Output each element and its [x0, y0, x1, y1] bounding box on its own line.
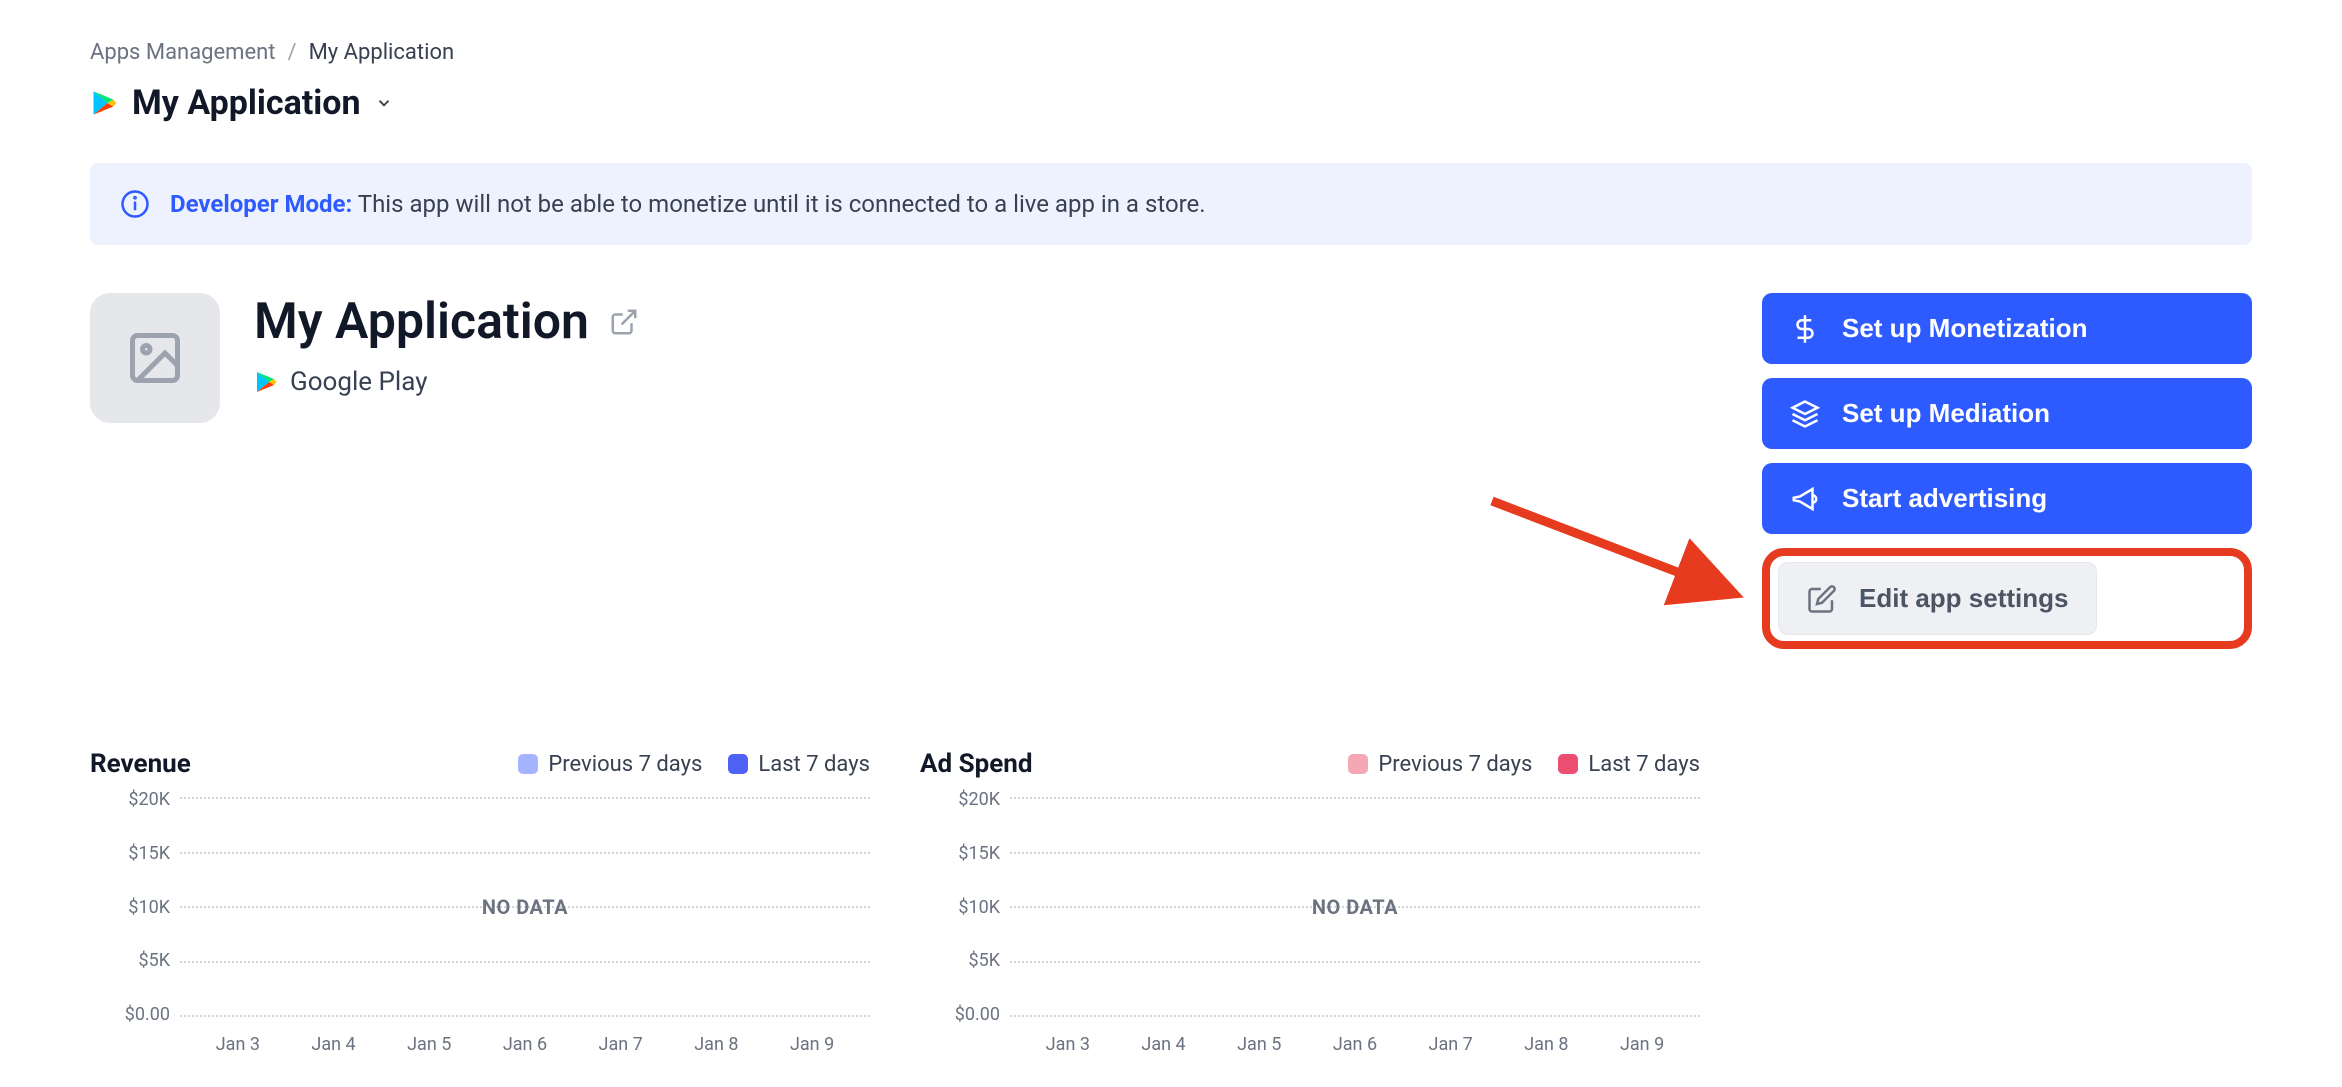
button-label: Edit app settings: [1859, 583, 2068, 614]
legend-label: Last 7 days: [758, 752, 870, 777]
edit-icon: [1807, 584, 1837, 614]
legend-swatch: [1348, 754, 1368, 774]
legend-swatch: [728, 754, 748, 774]
chevron-down-icon: [375, 94, 393, 112]
chart-title: Ad Spend: [920, 749, 1032, 779]
breadcrumb-root[interactable]: Apps Management: [90, 40, 276, 65]
megaphone-icon: [1790, 484, 1820, 514]
y-axis-labels: $20K $15K $10K $5K $0.00: [920, 789, 1000, 1025]
x-axis-labels: Jan 3 Jan 4 Jan 5 Jan 6 Jan 7 Jan 8 Jan …: [180, 1034, 870, 1055]
chart-plot: $20K $15K $10K $5K $0.00 NO DATA Jan 3 J…: [90, 797, 870, 1047]
chart-legend: Previous 7 days Last 7 days: [518, 752, 870, 777]
start-advertising-button[interactable]: Start advertising: [1762, 463, 2252, 534]
layers-icon: [1790, 399, 1820, 429]
setup-mediation-button[interactable]: Set up Mediation: [1762, 378, 2252, 449]
legend-swatch: [518, 754, 538, 774]
app-header: My Application Google Play: [90, 293, 1722, 423]
banner-label: Developer Mode:: [170, 190, 352, 218]
chart-plot: $20K $15K $10K $5K $0.00 NO DATA Jan 3 J…: [920, 797, 1700, 1047]
legend-item-previous: Previous 7 days: [1348, 752, 1532, 777]
breadcrumb-current: My Application: [309, 40, 455, 65]
google-play-icon: [90, 89, 118, 117]
app-switcher-name: My Application: [132, 83, 361, 123]
no-data-label: NO DATA: [180, 797, 870, 1017]
action-column: Set up Monetization Set up Mediation Sta…: [1762, 293, 2252, 649]
legend-item-last: Last 7 days: [728, 752, 870, 777]
legend-label: Previous 7 days: [548, 752, 702, 777]
info-icon: [120, 189, 150, 219]
app-store-name: Google Play: [290, 367, 428, 397]
legend-item-last: Last 7 days: [1558, 752, 1700, 777]
app-title: My Application: [254, 293, 589, 351]
button-label: Set up Mediation: [1842, 398, 2050, 429]
button-label: Start advertising: [1842, 483, 2047, 514]
legend-swatch: [1558, 754, 1578, 774]
revenue-chart: Revenue Previous 7 days Last 7 days $20K…: [90, 749, 870, 1047]
app-store-label: Google Play: [254, 367, 639, 397]
banner-message: This app will not be able to monetize un…: [358, 190, 1206, 218]
highlight-annotation: Edit app settings: [1762, 548, 2252, 649]
no-data-label: NO DATA: [1010, 797, 1700, 1017]
developer-mode-banner: Developer Mode: This app will not be abl…: [90, 163, 2252, 245]
charts-row: Revenue Previous 7 days Last 7 days $20K…: [90, 749, 2252, 1047]
x-axis-labels: Jan 3 Jan 4 Jan 5 Jan 6 Jan 7 Jan 8 Jan …: [1010, 1034, 1700, 1055]
setup-monetization-button[interactable]: Set up Monetization: [1762, 293, 2252, 364]
chart-title: Revenue: [90, 749, 191, 779]
chart-legend: Previous 7 days Last 7 days: [1348, 752, 1700, 777]
app-switcher[interactable]: My Application: [90, 83, 393, 123]
breadcrumb-separator: /: [288, 40, 297, 65]
annotation-arrow: [1482, 491, 1762, 611]
button-label: Set up Monetization: [1842, 313, 2088, 344]
app-icon-placeholder: [90, 293, 220, 423]
dollar-icon: [1790, 314, 1820, 344]
breadcrumb: Apps Management / My Application: [90, 40, 2252, 65]
google-play-icon: [254, 370, 278, 394]
y-axis-labels: $20K $15K $10K $5K $0.00: [90, 789, 170, 1025]
edit-app-settings-button[interactable]: Edit app settings: [1778, 562, 2097, 635]
external-link-icon[interactable]: [609, 307, 639, 337]
legend-item-previous: Previous 7 days: [518, 752, 702, 777]
image-placeholder-icon: [125, 328, 185, 388]
legend-label: Previous 7 days: [1378, 752, 1532, 777]
legend-label: Last 7 days: [1588, 752, 1700, 777]
ad-spend-chart: Ad Spend Previous 7 days Last 7 days $20…: [920, 749, 1700, 1047]
